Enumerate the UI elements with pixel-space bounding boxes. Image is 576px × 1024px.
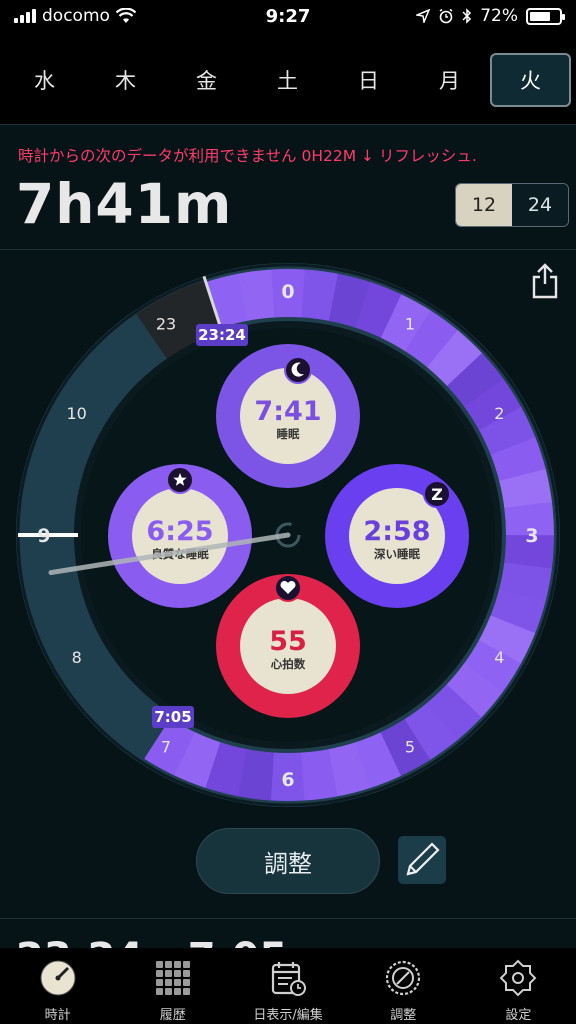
grid-cell xyxy=(155,979,163,986)
quality-stat[interactable]: 6:25良質な睡眠 xyxy=(108,464,252,608)
tab-thu[interactable]: 木 xyxy=(85,53,166,107)
hour-label: 3 xyxy=(525,525,538,547)
divider xyxy=(0,918,576,919)
gear-outline xyxy=(499,959,537,997)
tab-fri[interactable]: 金 xyxy=(166,53,247,107)
z-glyph: Z xyxy=(431,485,443,504)
grid-cell xyxy=(182,970,190,977)
heart-stat[interactable]: 55心拍数 xyxy=(216,574,360,718)
pencil-icon xyxy=(406,842,440,876)
hour-label: 5 xyxy=(405,737,415,756)
deep-stat-value: 2:58 xyxy=(363,516,430,547)
clock-icon xyxy=(38,958,78,998)
gear-hub xyxy=(512,972,525,984)
clock-format-toggle: 12 24 xyxy=(455,183,569,227)
toggle-24h[interactable]: 24 xyxy=(512,184,568,226)
alarm-icon xyxy=(439,8,453,24)
hour-label: 7 xyxy=(161,737,171,756)
nav-clock[interactable]: 時計 xyxy=(0,948,115,1024)
refresh-warning[interactable]: 時計からの次のデータが利用できません 0H22M ↓ リフレッシュ. xyxy=(18,144,563,166)
tab-sat[interactable]: 土 xyxy=(247,53,328,107)
toggle-12h[interactable]: 12 xyxy=(456,184,512,226)
status-bar: docomo 9:27 72% xyxy=(0,0,576,36)
bluetooth-icon xyxy=(462,8,472,24)
grid-cell xyxy=(173,979,181,986)
nav-settings[interactable]: 設定 xyxy=(461,948,576,1024)
heart-stat-value: 55 xyxy=(269,626,307,657)
divider xyxy=(0,124,576,125)
list-preview: 23:24 - 7:05 xyxy=(16,934,316,948)
hour-label: 6 xyxy=(281,769,294,791)
start-time-tag-text: 23:24 xyxy=(198,326,246,344)
heart-stat-label: 心拍数 xyxy=(271,657,306,671)
location-icon xyxy=(416,9,431,23)
grid-cell xyxy=(182,988,190,995)
list-preview-text: 23:24 - 7:05 xyxy=(16,934,316,948)
end-time-tag: 7:05 xyxy=(152,706,194,728)
heart-icon xyxy=(274,574,302,602)
grid-cell xyxy=(173,970,181,977)
hour-label: 23 xyxy=(156,315,176,334)
tab-wed[interactable]: 水 xyxy=(4,53,85,107)
z-icon: Z xyxy=(423,480,451,508)
nav-label: 履歴 xyxy=(159,1008,186,1023)
gear-icon xyxy=(498,958,538,998)
total-duration: 7h41m xyxy=(16,172,233,236)
star-icon xyxy=(166,466,194,494)
start-time-tag: 23:24 xyxy=(196,324,248,346)
deep-stat-label: 深い睡眠 xyxy=(374,547,420,561)
nav-label: 調整 xyxy=(390,1008,417,1023)
tab-mon[interactable]: 月 xyxy=(409,53,490,107)
end-time-tag-text: 7:05 xyxy=(154,708,191,726)
nav-adjust[interactable]: 調整 xyxy=(346,948,461,1024)
sleep-stat[interactable]: 7:41睡眠 xyxy=(216,344,360,488)
edit-button[interactable] xyxy=(398,836,446,884)
nav-label: 設定 xyxy=(505,1008,532,1023)
adjust-button[interactable]: 調整 xyxy=(196,828,380,894)
grid-cell xyxy=(155,970,163,977)
deep-stat[interactable]: 2:58深い睡眠 Z xyxy=(325,464,469,608)
hour-label: 4 xyxy=(494,648,504,667)
nav-label: 時計 xyxy=(44,1008,71,1023)
battery-percent: 72% xyxy=(480,6,518,26)
day-tabs: 水 木 金 土 日 月 火 xyxy=(0,36,576,124)
nav-day-edit[interactable]: 日表示/編集 xyxy=(230,948,345,1024)
hour-label: 10 xyxy=(67,404,87,423)
sleep-stat-label: 睡眠 xyxy=(277,427,300,441)
grid-cell xyxy=(164,979,172,986)
battery-fill xyxy=(530,11,551,21)
hour-label: 8 xyxy=(72,648,82,667)
hour-label: 9 xyxy=(37,525,50,547)
hour-label: 0 xyxy=(281,281,294,303)
moon-icon-bg xyxy=(284,356,312,384)
calendar-icon xyxy=(268,958,308,998)
grid-cell xyxy=(164,961,172,968)
grid-cell xyxy=(173,988,181,995)
grid-icon xyxy=(153,958,193,998)
grid-cell xyxy=(182,961,190,968)
hour-label: 1 xyxy=(405,315,415,334)
quality-stat-value: 6:25 xyxy=(146,516,213,547)
grid-cell xyxy=(164,970,172,977)
grid-cell xyxy=(155,961,163,968)
grid-cell xyxy=(155,988,163,995)
bottom-nav: 時計 履歴 日表示/編集 調整 設定 xyxy=(0,948,576,1024)
grid-cell xyxy=(173,961,181,968)
tab-sun[interactable]: 日 xyxy=(328,53,409,107)
grid-cell xyxy=(164,988,172,995)
nav-history[interactable]: 履歴 xyxy=(115,948,230,1024)
battery-icon xyxy=(526,7,565,25)
tab-tue[interactable]: 火 xyxy=(490,53,571,107)
sleep-dial[interactable]: 0123456789102323:247:05 7:41睡眠6:25良質な睡眠2… xyxy=(0,250,576,820)
grid-cell xyxy=(182,979,190,986)
hour-label: 2 xyxy=(494,404,504,423)
sleep-stat-value: 7:41 xyxy=(254,396,321,427)
status-right: 72% xyxy=(416,6,565,26)
nav-label: 日表示/編集 xyxy=(253,1008,323,1023)
moon-icon xyxy=(284,356,312,384)
tune-icon xyxy=(383,958,423,998)
